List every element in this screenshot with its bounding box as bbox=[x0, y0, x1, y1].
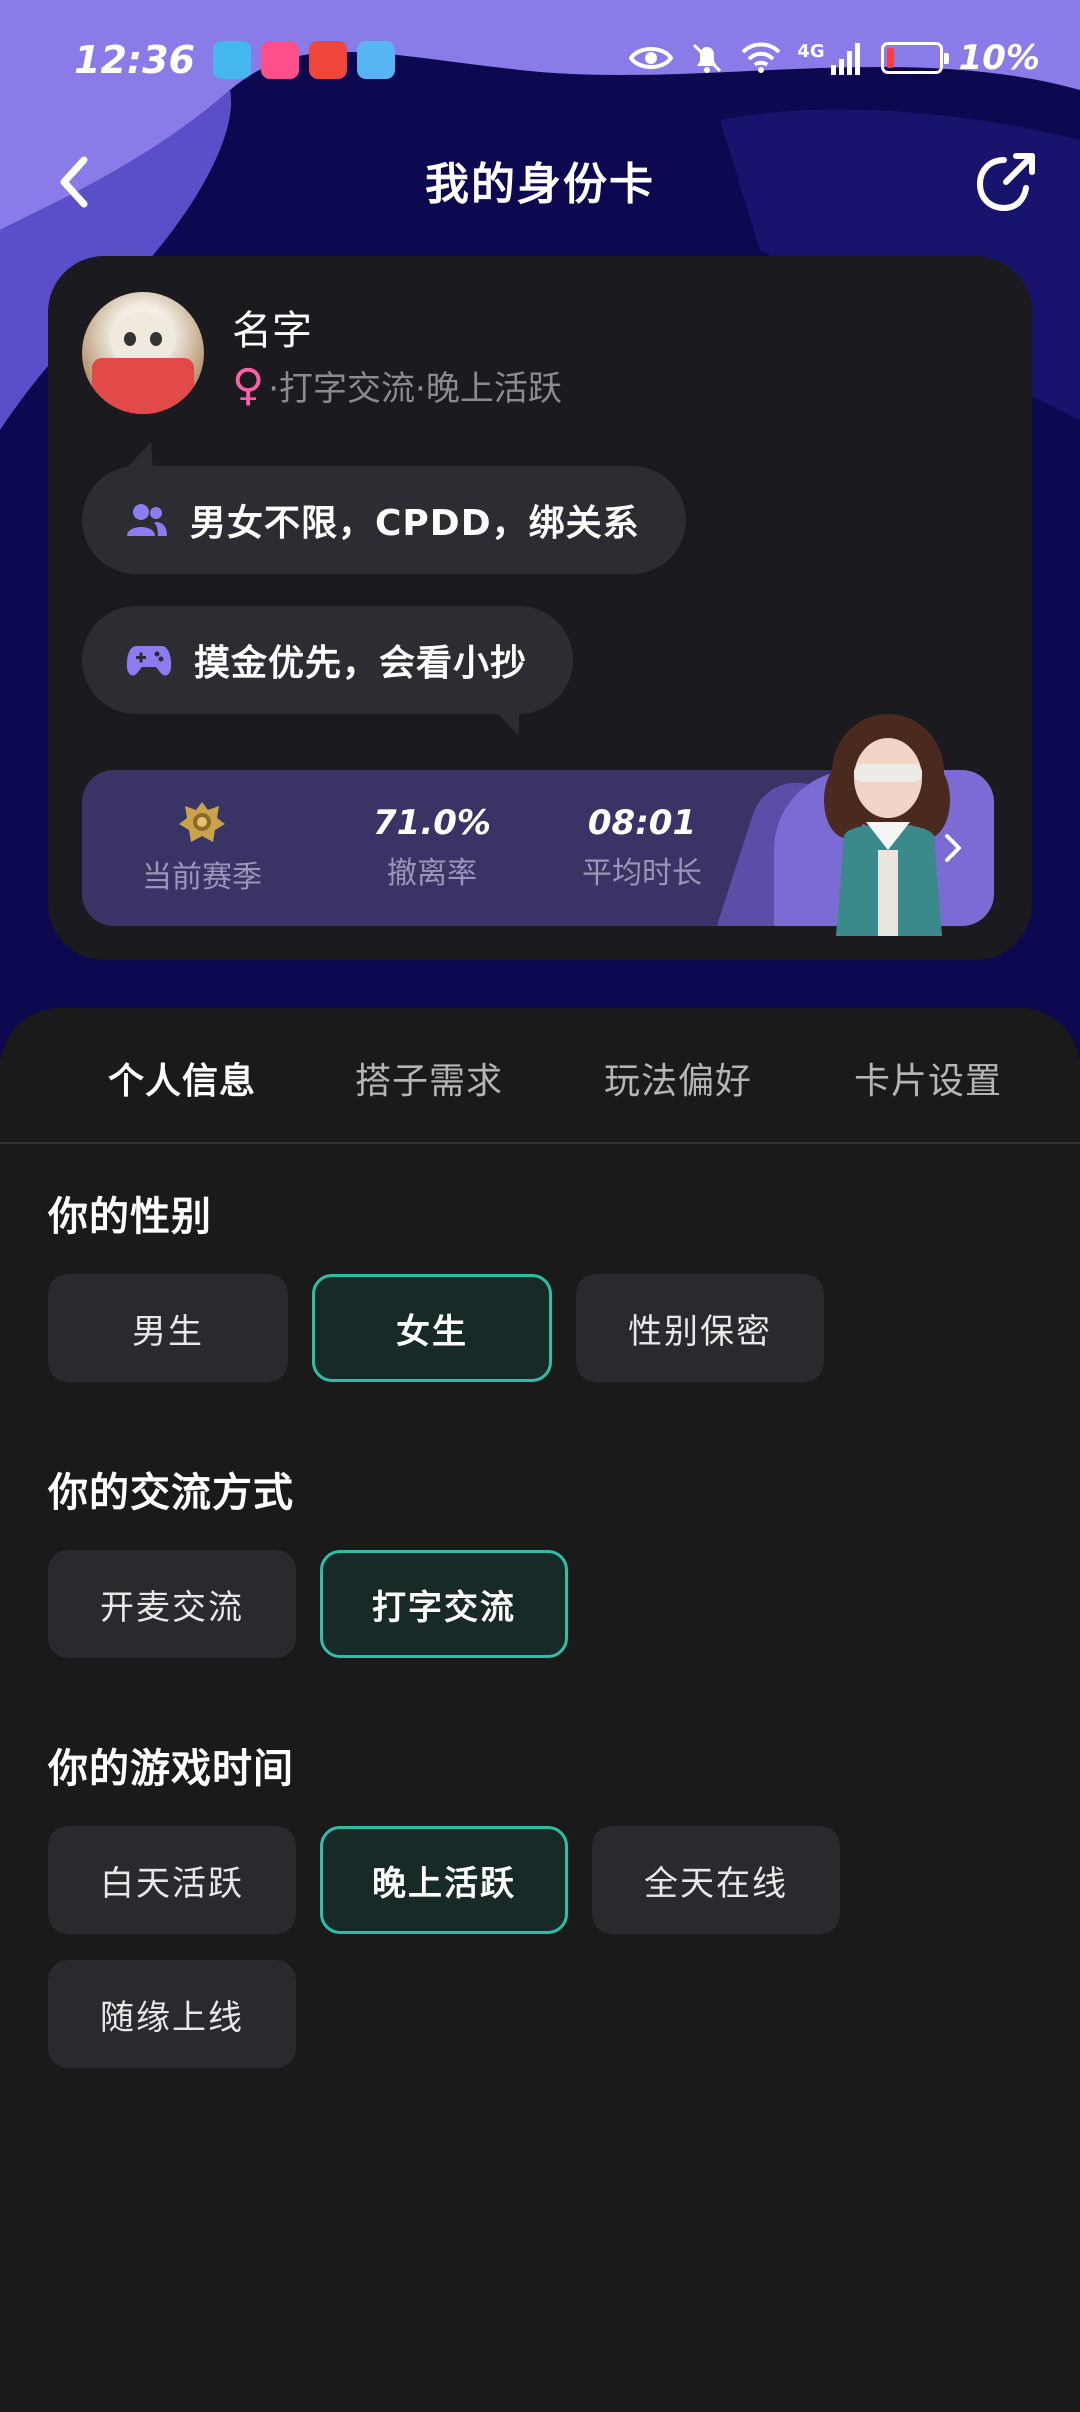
tab-personal-info[interactable]: 个人信息 bbox=[108, 1052, 256, 1104]
mute-bell-icon bbox=[693, 43, 722, 73]
wifi-icon bbox=[741, 42, 781, 73]
tag-bubble-playstyle: 摸金优先，会看小抄 bbox=[82, 606, 574, 714]
section-title-gender: 你的性别 bbox=[48, 1194, 212, 1240]
back-arrow-icon[interactable] bbox=[50, 152, 100, 212]
share-icon[interactable] bbox=[974, 148, 1042, 216]
comm-option-voice[interactable]: 开麦交流 bbox=[48, 1550, 296, 1658]
hero-background: 12:36 4G 10% 我的身份卡 名字 ♀ ·打字交流·晚上活跃 男女不限，… bbox=[0, 0, 1080, 1060]
gender-option-male[interactable]: 男生 bbox=[48, 1274, 288, 1382]
stat-label: 当前赛季 bbox=[142, 860, 262, 895]
users-icon bbox=[127, 504, 167, 536]
form-sheet: 个人信息 搭子需求 玩法偏好 卡片设置 你的性别 男生 女生 性别保密 你的交流… bbox=[0, 1008, 1080, 2412]
section-title-communication: 你的交流方式 bbox=[48, 1470, 294, 1516]
tag-text: 男女不限，CPDD，绑关系 bbox=[190, 503, 640, 544]
gender-option-female[interactable]: 女生 bbox=[312, 1274, 552, 1382]
network-type: 4G bbox=[797, 40, 825, 62]
tab-partner-needs[interactable]: 搭子需求 bbox=[355, 1052, 503, 1104]
stat-avg-duration: 08:01 平均时长 bbox=[562, 800, 722, 892]
tab-bar: 个人信息 搭子需求 玩法偏好 卡片设置 bbox=[0, 1008, 1080, 1144]
stat-season: 当前赛季 bbox=[122, 800, 282, 896]
profile-name: 名字 bbox=[232, 308, 312, 354]
reader-app-icon bbox=[212, 41, 251, 79]
gamepad-icon bbox=[126, 646, 172, 676]
profile-subtitle: ·打字交流·晚上活跃 bbox=[268, 369, 562, 409]
tab-play-preferences[interactable]: 玩法偏好 bbox=[604, 1052, 752, 1104]
gender-option-private[interactable]: 性别保密 bbox=[576, 1274, 824, 1382]
identity-card: 名字 ♀ ·打字交流·晚上活跃 男女不限，CPDD，绑关系 摸金优先，会看小抄 … bbox=[48, 256, 1032, 960]
avatar[interactable] bbox=[82, 292, 204, 414]
battery-icon bbox=[880, 42, 949, 74]
tag-text: 摸金优先，会看小抄 bbox=[194, 643, 528, 684]
section-title-game-time: 你的游戏时间 bbox=[48, 1746, 294, 1792]
store-app-icon bbox=[308, 41, 347, 79]
page-title: 我的身份卡 bbox=[425, 159, 655, 210]
comm-option-typing[interactable]: 打字交流 bbox=[320, 1550, 568, 1658]
time-option-day[interactable]: 白天活跃 bbox=[48, 1826, 296, 1934]
status-time: 12:36 bbox=[74, 38, 195, 82]
battery-percent: 10% bbox=[958, 38, 1040, 78]
stat-label: 撤离率 bbox=[387, 856, 477, 891]
tag-bubble-partner: 男女不限，CPDD，绑关系 bbox=[82, 466, 686, 574]
stat-extract-rate: 71.0% 撤离率 bbox=[352, 800, 512, 892]
female-icon: ♀ bbox=[232, 360, 265, 411]
weather-app-icon bbox=[356, 41, 395, 79]
tab-card-settings[interactable]: 卡片设置 bbox=[854, 1052, 1002, 1104]
top-header: 我的身份卡 bbox=[0, 130, 1080, 230]
stat-label: 平均时长 bbox=[582, 856, 702, 891]
time-option-night[interactable]: 晚上活跃 bbox=[320, 1826, 568, 1934]
stat-value: 08:01 bbox=[587, 803, 697, 843]
profile-subline: ♀ ·打字交流·晚上活跃 bbox=[232, 360, 562, 411]
shopping-app-icon bbox=[260, 41, 299, 79]
character-figure bbox=[824, 714, 950, 936]
status-bar: 12:36 4G 10% bbox=[0, 0, 1080, 120]
time-option-random[interactable]: 随缘上线 bbox=[48, 1960, 296, 2068]
time-option-all-day[interactable]: 全天在线 bbox=[592, 1826, 840, 1934]
eye-icon bbox=[629, 47, 674, 69]
signal-icon bbox=[830, 43, 860, 75]
rank-badge-icon bbox=[179, 802, 225, 842]
stat-value: 71.0% bbox=[373, 803, 491, 843]
